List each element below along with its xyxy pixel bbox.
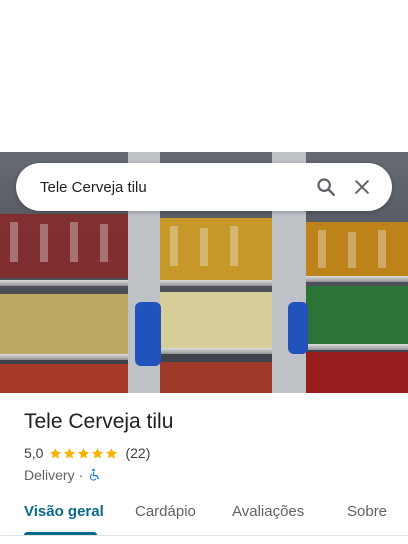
search-icon xyxy=(317,178,335,196)
search-input[interactable]: Tele Cerveja tilu xyxy=(40,179,308,196)
accessibility-badge xyxy=(87,468,101,482)
tab-menu[interactable]: Cardápio xyxy=(135,502,196,530)
place-category: Delivery xyxy=(24,467,75,483)
blank-header-area xyxy=(0,0,408,152)
search-bar[interactable]: Tele Cerveja tilu xyxy=(16,163,392,211)
star-icon xyxy=(106,447,118,458)
rating-row[interactable]: 5,0 (22) xyxy=(24,444,394,462)
clear-search-button[interactable] xyxy=(344,169,380,205)
place-title: Tele Cerveja tilu xyxy=(24,410,174,433)
tab-about[interactable]: Sobre xyxy=(347,502,387,530)
review-count[interactable]: (22) xyxy=(125,445,150,461)
star-icon xyxy=(50,447,62,458)
close-icon xyxy=(355,180,369,194)
star-rating xyxy=(49,447,119,460)
tabs-divider xyxy=(0,535,408,536)
place-tabs: Visão geral Cardápio Avaliações Sobre xyxy=(0,496,408,544)
category-row: Delivery · xyxy=(24,466,394,484)
tab-overview[interactable]: Visão geral xyxy=(24,502,104,530)
wheelchair-icon xyxy=(90,468,100,481)
meta-separator: · xyxy=(78,467,84,483)
place-info: Tele Cerveja tilu 5,0 (22) Delivery · xyxy=(24,408,394,484)
search-button[interactable] xyxy=(308,169,344,205)
star-icon xyxy=(92,447,104,458)
star-icon xyxy=(78,447,90,458)
rating-value: 5,0 xyxy=(24,445,44,461)
star-icon xyxy=(64,447,76,458)
tab-reviews[interactable]: Avaliações xyxy=(232,502,304,530)
